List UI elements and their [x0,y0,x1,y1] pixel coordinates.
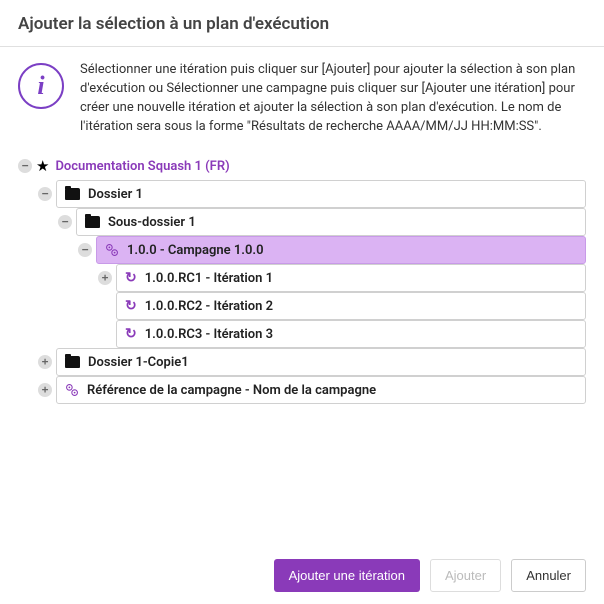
campaign-icon [105,243,119,257]
expand-icon[interactable]: + [38,355,52,369]
tree-node-campaign[interactable]: − 1.0.0 - Campagne 1.0.0 [18,236,586,264]
add-iteration-button[interactable]: Ajouter une itération [274,559,420,592]
info-row: i Sélectionner une itération puis clique… [18,61,586,136]
iteration-icon: ↻ [125,270,137,286]
iteration-icon: ↻ [125,298,137,314]
tree-node-iteration[interactable]: ↻ 1.0.0.RC3 - Itération 3 [18,320,586,348]
campaign-icon [65,383,79,397]
tree-root-row[interactable]: − ★ Documentation Squash 1 (FR) [18,152,586,180]
tree-node-iteration[interactable]: ↻ 1.0.0.RC2 - Itération 2 [18,292,586,320]
folder-icon [85,216,100,228]
cancel-button[interactable]: Annuler [511,559,586,592]
folder-icon [65,356,80,368]
selected-node[interactable]: 1.0.0 - Campagne 1.0.0 [96,236,586,264]
expand-icon[interactable]: + [98,271,112,285]
node-label: 1.0.0 - Campagne 1.0.0 [127,243,264,258]
tree-node-iteration[interactable]: + ↻ 1.0.0.RC1 - Itération 1 [18,264,586,292]
node-label: Référence de la campagne - Nom de la cam… [87,383,376,398]
collapse-icon[interactable]: − [18,159,32,173]
collapse-icon[interactable]: − [38,187,52,201]
add-button: Ajouter [430,559,501,592]
dialog-title: Ajouter la sélection à un plan d'exécuti… [18,14,586,34]
dialog-footer: Ajouter une itération Ajouter Annuler [0,546,604,604]
info-text: Sélectionner une itération puis cliquer … [80,61,586,136]
collapse-icon[interactable]: − [58,215,72,229]
node-label: Dossier 1-Copie1 [88,355,189,370]
iteration-icon: ↻ [125,326,137,342]
collapse-icon[interactable]: − [78,243,92,257]
node-label: 1.0.0.RC3 - Itération 3 [145,327,273,342]
node-label: Sous-dossier 1 [108,215,196,230]
dialog-header: Ajouter la sélection à un plan d'exécuti… [0,0,604,47]
star-icon: ★ [36,157,49,175]
node-label: 1.0.0.RC2 - Itération 2 [145,299,273,314]
tree-node-folder[interactable]: − Dossier 1 [18,180,586,208]
expand-icon[interactable]: + [38,383,52,397]
tree-root-label: Documentation Squash 1 (FR) [55,159,229,174]
node-label: 1.0.0.RC1 - Itération 1 [145,271,273,286]
tree-node-campaign[interactable]: + Référence de la campagne - Nom de la c… [18,376,586,404]
add-to-execution-plan-dialog: Ajouter la sélection à un plan d'exécuti… [0,0,604,604]
tree-node-folder[interactable]: + Dossier 1-Copie1 [18,348,586,376]
tree: − ★ Documentation Squash 1 (FR) − Dossie… [18,152,586,404]
tree-node-folder[interactable]: − Sous-dossier 1 [18,208,586,236]
node-label: Dossier 1 [88,187,143,202]
info-icon: i [18,63,64,109]
dialog-body: i Sélectionner une itération puis clique… [0,47,604,546]
folder-icon [65,188,80,200]
